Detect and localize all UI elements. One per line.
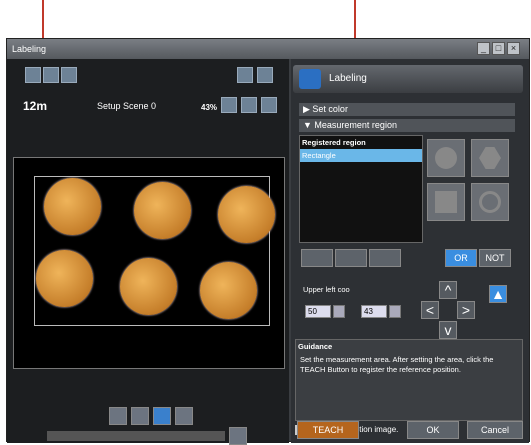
window-title: Labeling xyxy=(7,39,529,59)
panel-header: Labeling xyxy=(293,65,523,93)
grid-icon[interactable] xyxy=(237,67,253,83)
camera-icon[interactable] xyxy=(43,67,59,83)
maximize-button[interactable]: □ xyxy=(492,42,505,55)
cracker xyxy=(120,258,177,315)
play-button[interactable] xyxy=(131,407,149,425)
zoom-percent: 43% xyxy=(201,103,218,112)
settings-panel: Labeling ▶ Set color ▼ Measurement regio… xyxy=(291,59,529,443)
next-button[interactable] xyxy=(175,407,193,425)
zoom-level: 12m xyxy=(23,99,48,113)
close-button[interactable]: × xyxy=(507,42,520,55)
ok-button[interactable]: OK xyxy=(407,421,459,439)
or-button[interactable]: OR xyxy=(445,249,477,267)
list-icon[interactable] xyxy=(257,67,273,83)
zoom-in-icon[interactable] xyxy=(221,97,237,113)
image-panel: 12m Setup Scene 0 43% xyxy=(7,59,289,445)
guidance-text: Set the measurement area. After setting … xyxy=(300,355,494,374)
delete-button[interactable] xyxy=(369,249,401,267)
prev-button[interactable] xyxy=(109,407,127,425)
edit-button[interactable] xyxy=(335,249,367,267)
minimize-button[interactable]: _ xyxy=(477,42,490,55)
cracker xyxy=(218,186,275,243)
pause-button[interactable] xyxy=(153,407,171,425)
panel-title: Labeling xyxy=(329,73,367,84)
y-spinner[interactable] xyxy=(389,305,401,318)
copy-button[interactable] xyxy=(301,249,333,267)
teach-button[interactable]: TEACH xyxy=(297,421,359,439)
seek-bar[interactable] xyxy=(47,431,225,441)
labeling-icon xyxy=(299,69,321,89)
ring-shape-button[interactable] xyxy=(471,183,509,221)
image-canvas[interactable] xyxy=(13,157,285,369)
region-list: Registered region Rectangle xyxy=(299,135,423,243)
cracker xyxy=(134,182,191,239)
save-icon[interactable] xyxy=(229,427,247,445)
x-spinner[interactable] xyxy=(333,305,345,318)
list-item-selected[interactable]: Rectangle xyxy=(300,149,422,162)
monitor-icon[interactable] xyxy=(25,67,41,83)
cracker xyxy=(36,250,93,307)
square-shape-button[interactable] xyxy=(427,183,465,221)
circle-shape-button[interactable] xyxy=(427,139,465,177)
set-color-section[interactable]: ▶ Set color xyxy=(299,103,515,116)
scene-label: Setup Scene 0 xyxy=(97,101,157,111)
y-input[interactable]: 43 xyxy=(361,305,387,318)
guidance-title: Guidance xyxy=(298,342,333,351)
down-arrow[interactable]: v xyxy=(439,321,457,339)
guidance-box: Guidance Set the measurement area. After… xyxy=(295,339,523,421)
list-item[interactable]: Registered region xyxy=(300,136,422,149)
polygon-shape-button[interactable] xyxy=(471,139,509,177)
cracker xyxy=(44,178,101,235)
x-input[interactable]: 50 xyxy=(305,305,331,318)
cracker xyxy=(200,262,257,319)
right-arrow[interactable]: > xyxy=(457,301,475,319)
upper-left-label: Upper left coo xyxy=(303,285,350,294)
left-arrow[interactable]: < xyxy=(421,301,439,319)
up-step-button[interactable]: ▲ xyxy=(489,285,507,303)
measurement-region-section[interactable]: ▼ Measurement region xyxy=(299,119,515,132)
not-button[interactable]: NOT xyxy=(479,249,511,267)
labeling-window: Labeling _ □ × 12m Setup Scene 0 43% Lab… xyxy=(6,38,530,445)
fit-icon[interactable] xyxy=(261,97,277,113)
up-arrow[interactable]: ^ xyxy=(439,281,457,299)
folder-icon[interactable] xyxy=(61,67,77,83)
cancel-button[interactable]: Cancel xyxy=(467,421,523,439)
zoom-out-icon[interactable] xyxy=(241,97,257,113)
